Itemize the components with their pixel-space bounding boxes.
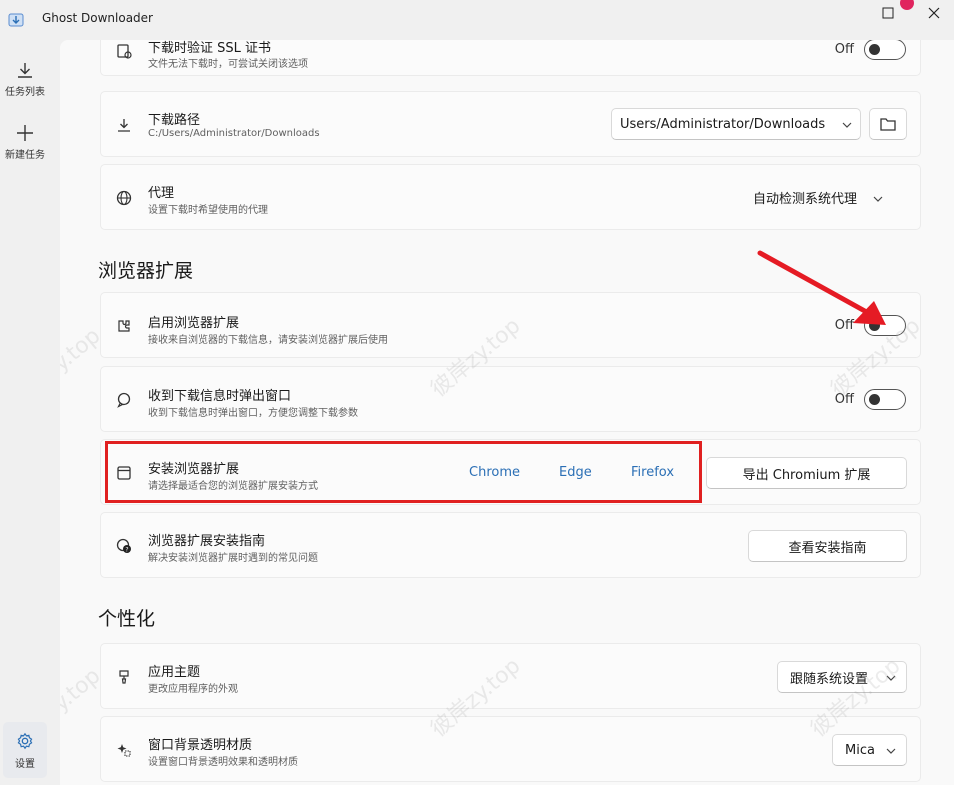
- sidebar-item-label: 设置: [15, 759, 35, 770]
- setting-subtitle: 收到下载信息时弹出窗口，方便您调整下载参数: [148, 408, 358, 419]
- chevron-down-icon: [886, 748, 896, 754]
- certificate-icon: [115, 43, 133, 61]
- gear-icon: [17, 732, 33, 750]
- sidebar-item-label: 任务列表: [5, 87, 45, 98]
- chevron-down-icon: [873, 196, 883, 202]
- annotation-arrow: [757, 250, 886, 325]
- chevron-down-icon: [842, 122, 852, 128]
- maximize-button[interactable]: [868, 2, 908, 24]
- setting-card-backdrop: 窗口背景透明材质 设置窗口背景透明效果和透明材质 Mica: [100, 716, 921, 782]
- title-bar: Ghost Downloader: [0, 0, 954, 40]
- setting-card-download-path: 下载路径 C:/Users/Administrator/Downloads Us…: [100, 91, 921, 157]
- download-icon: [115, 116, 133, 134]
- setting-title: 窗口背景透明材质: [148, 738, 253, 753]
- setting-subtitle: 文件无法下载时，可尝试关闭该选项: [148, 59, 308, 70]
- theme-combo[interactable]: 跟随系统设置: [777, 661, 907, 693]
- backdrop-combo[interactable]: Mica: [832, 734, 907, 766]
- window-title: Ghost Downloader: [42, 11, 153, 25]
- combo-value: 跟随系统设置: [790, 671, 869, 687]
- svg-text:?: ?: [125, 547, 128, 554]
- setting-title: 安装浏览器扩展: [148, 462, 240, 477]
- setting-title: 浏览器扩展安装指南: [148, 534, 266, 549]
- download-path-combo[interactable]: Users/Administrator/Downloads: [611, 108, 861, 140]
- setting-card-popup: 收到下载信息时弹出窗口 收到下载信息时弹出窗口，方便您调整下载参数 Off: [100, 366, 921, 432]
- setting-subtitle: C:/Users/Administrator/Downloads: [148, 128, 320, 139]
- combo-value: Mica: [845, 742, 875, 758]
- settings-content: 下载时验证 SSL 证书 文件无法下载时，可尝试关闭该选项 Off 下载路径 C…: [60, 40, 954, 785]
- setting-title: 下载路径: [148, 113, 201, 128]
- proxy-dropdown[interactable]: 自动检测系统代理: [753, 188, 883, 207]
- download-icon: [18, 63, 32, 78]
- setting-title: 应用主题: [148, 665, 201, 680]
- ssl-verify-toggle[interactable]: [864, 40, 906, 60]
- toggle-state-label: Off: [834, 392, 854, 407]
- setting-subtitle: 解决安装浏览器扩展时遇到的常见问题: [148, 553, 318, 564]
- browser-window-icon: [115, 464, 133, 482]
- export-chromium-button[interactable]: 导出 Chromium 扩展: [706, 457, 907, 489]
- setting-subtitle: 请选择最适合您的浏览器扩展安装方式: [148, 481, 318, 492]
- section-title-browser-extension: 浏览器扩展: [98, 260, 194, 282]
- dropdown-value: 自动检测系统代理: [753, 192, 858, 207]
- setting-subtitle: 设置窗口背景透明效果和透明材质: [148, 757, 298, 768]
- setting-title: 启用浏览器扩展: [148, 316, 240, 331]
- setting-card-proxy: 代理 设置下载时希望使用的代理 自动检测系统代理: [100, 164, 921, 230]
- popup-window-toggle[interactable]: [864, 389, 906, 410]
- setting-card-ssl: 下载时验证 SSL 证书 文件无法下载时，可尝试关闭该选项 Off: [100, 40, 921, 76]
- sidebar-item-tasks[interactable]: 任务列表: [0, 60, 50, 114]
- plus-icon: [17, 125, 33, 141]
- sidebar-item-label: 新建任务: [5, 150, 45, 161]
- setting-subtitle: 设置下载时希望使用的代理: [148, 205, 268, 216]
- sidebar-item-settings[interactable]: 设置: [3, 722, 47, 778]
- edge-link[interactable]: Edge: [559, 465, 592, 480]
- brush-icon: [115, 668, 133, 686]
- chevron-down-icon: [886, 675, 896, 681]
- choose-folder-button[interactable]: [869, 108, 907, 140]
- section-title-personalization: 个性化: [98, 608, 156, 630]
- setting-subtitle: 接收来自浏览器的下载信息，请安装浏览器扩展后使用: [148, 335, 388, 346]
- firefox-link[interactable]: Firefox: [631, 465, 674, 480]
- close-button[interactable]: [914, 2, 954, 24]
- close-icon: [928, 7, 940, 19]
- setting-card-install-extension: 安装浏览器扩展 请选择最适合您的浏览器扩展安装方式 Chrome Edge Fi…: [100, 439, 921, 505]
- extension-icon: [115, 317, 133, 335]
- sparkle-icon: [115, 741, 133, 759]
- maximize-icon: [882, 7, 894, 19]
- sidebar: 任务列表 新建任务 设置: [0, 40, 60, 785]
- globe-icon: [115, 189, 133, 207]
- combo-value: Users/Administrator/Downloads: [620, 116, 826, 132]
- setting-card-install-guide: ? 浏览器扩展安装指南 解决安装浏览器扩展时遇到的常见问题 查看安装指南: [100, 512, 921, 578]
- app-logo-icon: [8, 13, 24, 27]
- setting-card-theme: 应用主题 更改应用程序的外观 跟随系统设置: [100, 643, 921, 709]
- toggle-state-label: Off: [834, 42, 854, 57]
- chrome-link[interactable]: Chrome: [469, 465, 520, 480]
- setting-title: 代理: [148, 186, 175, 201]
- chat-icon: [115, 391, 133, 409]
- setting-title: 收到下载信息时弹出窗口: [148, 389, 292, 404]
- help-icon: ?: [115, 537, 133, 555]
- folder-icon: [880, 118, 896, 131]
- sidebar-item-new-task[interactable]: 新建任务: [0, 123, 50, 177]
- view-guide-button[interactable]: 查看安装指南: [748, 530, 907, 562]
- setting-title: 下载时验证 SSL 证书: [148, 41, 272, 56]
- setting-subtitle: 更改应用程序的外观: [148, 684, 238, 695]
